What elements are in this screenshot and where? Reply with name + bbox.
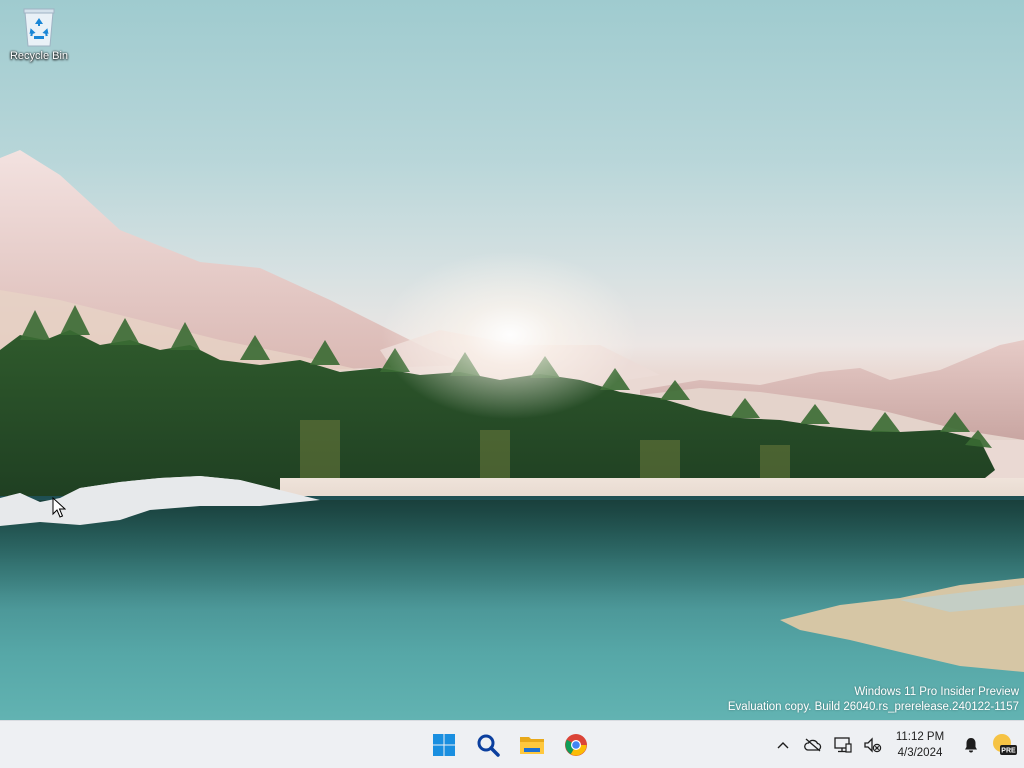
search-icon bbox=[477, 734, 500, 757]
insider-preview-icon: PRE bbox=[993, 733, 1017, 755]
chrome-icon bbox=[565, 733, 587, 756]
watermark-line-1: Windows 11 Pro Insider Preview bbox=[854, 686, 1019, 698]
chevron-up-icon bbox=[777, 741, 789, 748]
recycle-bin-label: Recycle Bin bbox=[9, 50, 69, 62]
taskbar-apps bbox=[424, 721, 596, 768]
clock-time: 11:12 PM bbox=[895, 730, 945, 743]
recycle-bin-icon bbox=[21, 6, 57, 48]
watermark-line-2: Evaluation copy. Build 26040.rs_prerelea… bbox=[727, 701, 1019, 713]
onedrive-tray-button[interactable] bbox=[798, 727, 828, 763]
mouse-pointer-icon bbox=[52, 496, 67, 524]
taskbar: 11:12 PM 4/3/2024 PRE bbox=[0, 720, 1024, 768]
file-explorer-button[interactable] bbox=[512, 725, 552, 765]
bell-icon bbox=[965, 737, 977, 752]
insider-badge-text: PRE bbox=[1001, 747, 1016, 754]
windows-logo-icon bbox=[433, 733, 455, 756]
network-tray-button[interactable] bbox=[828, 727, 858, 763]
show-hidden-icons-button[interactable] bbox=[768, 727, 798, 763]
sun-glow bbox=[380, 250, 640, 420]
clock-button[interactable]: 11:12 PM 4/3/2024 bbox=[888, 729, 956, 761]
notifications-button[interactable] bbox=[956, 727, 986, 763]
system-tray: 11:12 PM 4/3/2024 PRE bbox=[768, 721, 1024, 768]
network-icon bbox=[834, 736, 852, 753]
clock-date: 4/3/2024 bbox=[897, 746, 943, 759]
start-button[interactable] bbox=[424, 725, 464, 765]
recycle-bin-desktop-icon[interactable]: Recycle Bin bbox=[4, 6, 74, 76]
folder-icon bbox=[520, 736, 544, 754]
search-button[interactable] bbox=[468, 725, 508, 765]
desktop-wallpaper[interactable]: Recycle Bin Windows 11 Pro Insider Previ… bbox=[0, 0, 1024, 720]
insider-build-badge[interactable]: PRE bbox=[986, 727, 1024, 763]
evaluation-watermark: Windows 11 Pro Insider Preview Evaluatio… bbox=[728, 685, 1019, 715]
lake-reflection bbox=[0, 500, 1024, 610]
chrome-button[interactable] bbox=[556, 725, 596, 765]
volume-tray-button[interactable] bbox=[858, 727, 888, 763]
speaker-muted-icon bbox=[864, 736, 882, 753]
cloud-offline-icon bbox=[804, 738, 822, 751]
